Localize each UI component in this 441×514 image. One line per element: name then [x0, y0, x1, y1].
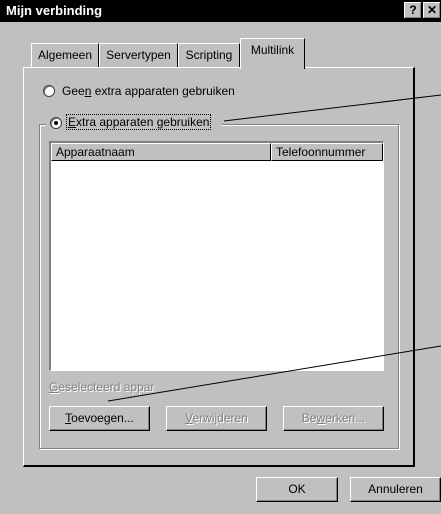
tab-label: Algemeen — [37, 48, 93, 62]
radio-extra-devices[interactable] — [50, 117, 62, 129]
tab-scripting[interactable]: Scripting — [178, 43, 240, 67]
help-icon: ? — [409, 3, 417, 17]
close-button[interactable]: ✕ — [423, 2, 441, 19]
window-title: Mijn verbinding — [6, 3, 103, 18]
tab-label: Servertypen — [106, 48, 171, 62]
button-label: Be — [301, 411, 317, 425]
column-label: Telefoonnummer — [276, 145, 366, 159]
label-part: xtra apparaten gebruiken — [76, 115, 210, 129]
device-list[interactable]: Apparaatnaam Telefoonnummer — [49, 141, 384, 371]
tab-label: Scripting — [185, 48, 233, 62]
button-label: erwijderen — [192, 411, 248, 425]
label-part: Gee — [62, 84, 85, 98]
radio-selected-dot — [54, 121, 58, 125]
tab-multilink[interactable]: Multilink — [240, 38, 305, 69]
column-header-device-name[interactable]: Apparaatnaam — [51, 143, 271, 161]
button-label: oevoegen... — [71, 411, 134, 425]
help-button[interactable]: ? — [404, 2, 422, 19]
selected-device-label: Geselecteerd appar — [49, 380, 154, 394]
add-button[interactable]: Toevoegen... — [49, 406, 150, 431]
remove-button[interactable]: Verwijderen — [166, 406, 267, 431]
label-part: extra apparaten gebruiken — [91, 84, 235, 98]
close-icon: ✕ — [426, 3, 438, 17]
dialog-window: Mijn verbinding ? ✕ Algemeen Servertypen… — [0, 0, 441, 514]
radio-no-extra-devices[interactable] — [43, 85, 55, 97]
tab-servertypen[interactable]: Servertypen — [99, 43, 178, 67]
column-header-phone-number[interactable]: Telefoonnummer — [271, 143, 383, 161]
cancel-button[interactable]: Annuleren — [350, 477, 441, 502]
button-label: Annuleren — [368, 482, 423, 496]
tab-label: Multilink — [250, 43, 295, 57]
radio-extra-label: Extra apparaten gebruiken — [65, 114, 212, 130]
button-label: OK — [288, 482, 306, 496]
access-key: G — [49, 380, 59, 394]
tab-algemeen[interactable]: Algemeen — [31, 43, 99, 67]
edit-button[interactable]: Bewerken... — [283, 406, 384, 431]
title-bar[interactable]: Mijn verbinding ? ✕ — [0, 0, 441, 22]
radio-no-extra-label: Geen extra apparaten gebruiken — [62, 84, 235, 98]
ok-button[interactable]: OK — [256, 477, 338, 502]
button-label: erken... — [325, 411, 366, 425]
access-key: E — [68, 115, 77, 129]
label-part: eselecteerd appar — [58, 380, 155, 394]
column-label: Apparaatnaam — [56, 145, 135, 159]
access-key: w — [316, 411, 326, 425]
